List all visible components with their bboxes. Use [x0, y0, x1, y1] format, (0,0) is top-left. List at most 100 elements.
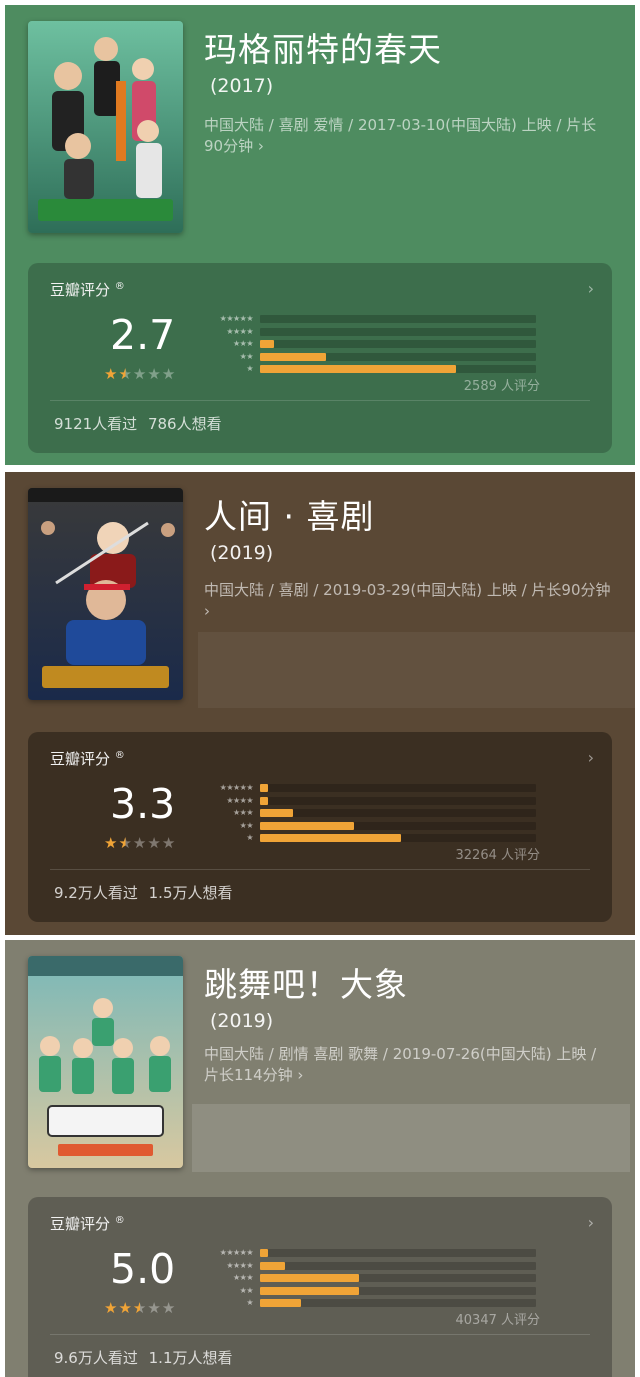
rating-bar-track [260, 1274, 536, 1282]
movie-poster-image[interactable] [28, 956, 183, 1168]
chevron-right-icon[interactable]: › [588, 279, 594, 298]
rating-bar-track [260, 821, 536, 830]
rating-card[interactable]: 豆瓣评分 ® › 2.7 ★★★★★ ★★★★★ ★★★★ ★★★ ★★ ★ 2589 … [28, 263, 612, 453]
rating-bar-track [260, 365, 536, 373]
movie-year: (2019) [210, 1010, 274, 1032]
rating-bar-row: ★ [200, 1297, 540, 1310]
rating-bar-fill [260, 1286, 360, 1295]
watched-count[interactable]: 9121人看过 [54, 415, 137, 433]
star-level-label: ★★★ [232, 808, 254, 817]
wish-count[interactable]: 786人想看 [148, 415, 222, 433]
rating-bar-track [260, 1299, 536, 1307]
rating-bar-fill [260, 796, 269, 805]
rating-bar-fill [260, 834, 401, 842]
rating-score: 3.3 [110, 780, 176, 828]
star-level-label: ★★★★ [226, 326, 253, 336]
star-icon: ★ [118, 365, 133, 383]
rating-bar-row: ★★★ [200, 807, 540, 820]
divider [50, 869, 590, 870]
movie-meta[interactable]: 中国大陆 / 剧情 喜剧 歌舞 / 2019-07-26(中国大陆) 上映 / … [204, 1044, 614, 1086]
wish-count[interactable]: 1.5万人想看 [149, 884, 233, 902]
star-icon: ★ [147, 1299, 162, 1317]
rating-bar-fill [260, 1299, 302, 1307]
movie-title: 跳舞吧！大象 [204, 965, 408, 1004]
movie-meta[interactable]: 中国大陆 / 喜剧 爱情 / 2017-03-10(中国大陆) 上映 / 片长9… [204, 115, 614, 157]
movie-poster-image[interactable] [28, 488, 183, 700]
star-icon: ★ [132, 365, 148, 383]
rating-bar-track [260, 1286, 536, 1295]
rating-bar-track [260, 834, 536, 842]
star-level-label: ★★★★ [226, 795, 253, 805]
star-level-label: ★★★ [232, 339, 254, 348]
rating-bar-track [260, 809, 536, 817]
divider [50, 400, 590, 401]
movie-panel: 跳舞吧！大象 (2019) 中国大陆 / 剧情 喜剧 歌舞 / 2019-07-… [5, 940, 635, 1377]
star-level-label: ★ [246, 364, 253, 373]
rating-bar-fill [260, 365, 456, 373]
rating-bar-row: ★★ [200, 351, 540, 364]
movie-poster-image[interactable] [28, 21, 183, 233]
blurred-region [198, 632, 635, 708]
rating-bar-row: ★ [200, 363, 540, 376]
star-rating: ★★★★★ [104, 365, 176, 383]
rating-bar-track [260, 327, 536, 336]
rating-score: 5.0 [110, 1245, 176, 1293]
rating-bar-row: ★ [200, 832, 540, 845]
star-icon: ★ [132, 1299, 148, 1317]
rating-bar-fill [260, 340, 274, 348]
star-icon: ★ [118, 834, 133, 852]
divider [50, 1334, 590, 1335]
rating-card[interactable]: 豆瓣评分 ® › 5.0 ★★★★★ ★★★★★ ★★★★ ★★★ ★★ ★ 40347… [28, 1197, 612, 1377]
star-icon: ★ [104, 365, 119, 383]
rating-bar-track [260, 1261, 536, 1270]
movie-year: (2019) [210, 542, 274, 564]
rating-bar-fill [260, 821, 354, 830]
movie-meta[interactable]: 中国大陆 / 喜剧 / 2019-03-29(中国大陆) 上映 / 片长90分钟… [204, 580, 614, 622]
rating-bar-row: ★★★★★ [200, 782, 540, 795]
star-icon: ★ [147, 834, 162, 852]
rating-bar-track [260, 352, 536, 361]
rating-bar-row: ★★★ [200, 338, 540, 351]
rating-bar-row: ★★★★ [200, 326, 540, 339]
rating-bar-fill [260, 784, 269, 792]
star-level-label: ★★ [239, 820, 254, 830]
rating-label: 豆瓣评分 ® [50, 750, 125, 768]
rating-bar-track [260, 784, 536, 792]
watched-count[interactable]: 9.6万人看过 [54, 1349, 138, 1367]
star-icon: ★ [104, 1299, 119, 1317]
rating-bar-row: ★★★★★ [200, 1247, 540, 1260]
rating-bar-fill [260, 1274, 360, 1282]
star-icon: ★ [161, 834, 177, 852]
star-rating: ★★★★★ [104, 1299, 176, 1317]
chevron-right-icon[interactable]: › [588, 1213, 594, 1232]
star-level-label: ★ [246, 833, 253, 842]
watch-stats: 9.6万人看过 1.1万人想看 [54, 1347, 233, 1368]
rating-bar-fill [260, 1261, 285, 1270]
rating-bar-row: ★★★★★ [200, 313, 540, 326]
rating-count: 40347 人评分 [455, 1313, 541, 1328]
rating-bar-fill [260, 352, 327, 361]
movie-title: 人间 · 喜剧 [204, 497, 375, 536]
rating-count: 2589 人评分 [463, 379, 540, 394]
star-icon: ★ [132, 834, 148, 852]
rating-bar-row: ★★ [200, 820, 540, 833]
star-level-label: ★★★★★ [219, 314, 254, 323]
star-level-label: ★★★ [232, 1273, 254, 1282]
star-rating: ★★★★★ [104, 834, 176, 852]
star-level-label: ★★★★ [226, 1260, 253, 1270]
star-icon: ★ [118, 1299, 133, 1317]
chevron-right-icon[interactable]: › [588, 748, 594, 767]
rating-card[interactable]: 豆瓣评分 ® › 3.3 ★★★★★ ★★★★★ ★★★★ ★★★ ★★ ★ 32264… [28, 732, 612, 922]
star-level-label: ★★★★★ [219, 1248, 254, 1257]
rating-bar-track [260, 340, 536, 348]
rating-bar-row: ★★ [200, 1285, 540, 1298]
rating-bar-track [260, 1249, 536, 1257]
star-icon: ★ [104, 834, 119, 852]
wish-count[interactable]: 1.1万人想看 [149, 1349, 233, 1367]
rating-distribution: ★★★★★ ★★★★ ★★★ ★★ ★ [200, 1247, 540, 1310]
watched-count[interactable]: 9.2万人看过 [54, 884, 138, 902]
rating-bar-track [260, 315, 536, 323]
rating-bar-track [260, 796, 536, 805]
star-icon: ★ [161, 365, 177, 383]
rating-label: 豆瓣评分 ® [50, 281, 125, 299]
